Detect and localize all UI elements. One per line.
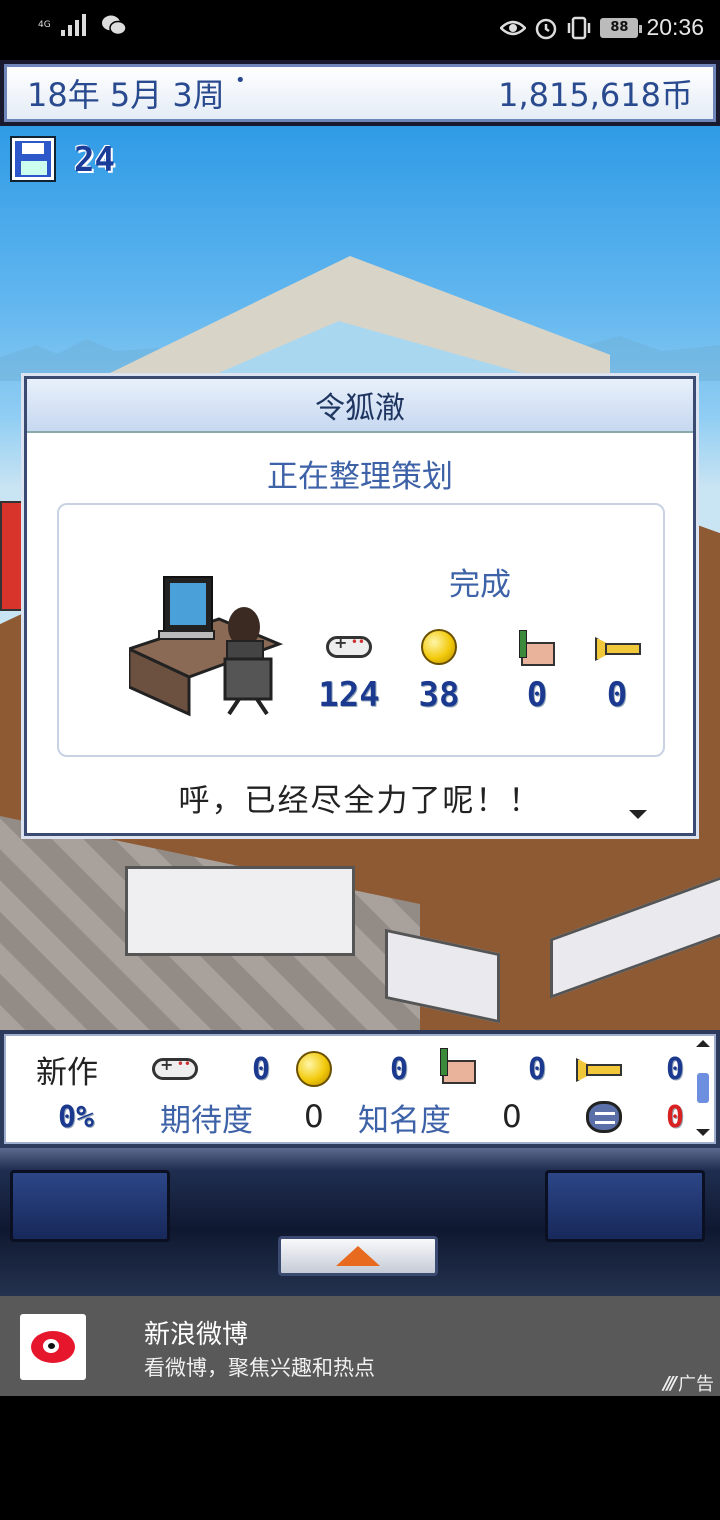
left-menu-button[interactable] — [10, 1170, 170, 1242]
top-info-inner: 18年 5月 3周 • 1,815,618币 — [4, 64, 716, 122]
expectation-value: 0 — [304, 1099, 324, 1135]
ad-title[interactable]: 新浪微博 — [144, 1314, 248, 1351]
clock: 20:36 — [646, 14, 704, 40]
ad-banner[interactable]: 新浪微博 看微博，聚焦兴趣和热点 /// 广告 — [0, 1296, 720, 1396]
trumpet-icon — [576, 1054, 622, 1082]
save-icon[interactable] — [10, 136, 56, 182]
continue-arrow-icon[interactable] — [629, 810, 647, 819]
coin-icon — [296, 1051, 332, 1087]
dialog-message: 呼，已经尽全力了呢！！ — [178, 783, 542, 819]
brush-icon — [517, 630, 557, 666]
money: 1,815,618币 — [498, 76, 693, 114]
status-left: 4G — [38, 14, 127, 36]
stat-trumpet-value: 0 — [606, 675, 628, 715]
stat-coin: 38 — [389, 625, 489, 715]
expectation-label: 期待度 — [160, 1102, 253, 1139]
fame-label: 知名度 — [358, 1102, 451, 1139]
stat-coin-value: 38 — [418, 675, 460, 715]
arrow-up-icon — [336, 1246, 380, 1266]
right-menu-button[interactable] — [545, 1170, 705, 1242]
scroll-down-icon[interactable] — [696, 1129, 710, 1136]
reception-desk — [125, 866, 355, 956]
ad-tag: /// 广告 — [663, 1370, 714, 1396]
fame-value: 0 — [502, 1099, 522, 1135]
trumpet-icon — [595, 633, 641, 661]
status-bar: 4G 88 20:36 — [0, 0, 720, 60]
staff-status: 正在整理策划 — [267, 459, 453, 495]
bug-monster-icon — [586, 1101, 622, 1133]
weibo-logo[interactable] — [20, 1314, 86, 1380]
network-label: 4G — [38, 19, 51, 30]
gamepad-icon — [326, 633, 372, 658]
new-game-label: 新作 — [36, 1054, 98, 1091]
battery-level: 88 — [610, 20, 629, 35]
game-date-text: 18年 5月 3周 — [27, 76, 225, 114]
panel-scrollbar[interactable] — [696, 1040, 710, 1140]
stat-trumpet: 0 — [567, 625, 667, 715]
stat-game-value: 124 — [318, 675, 380, 715]
project-panel: 新作 0 0 0 0 0% 期待度 0 知名度 0 0 — [0, 1030, 720, 1148]
weibo-icon — [31, 1331, 75, 1363]
date-dot: • — [234, 70, 246, 91]
panel-row-stats: 新作 0 0 0 0 — [6, 1044, 696, 1094]
brush-icon — [438, 1048, 478, 1084]
workstation-icon — [129, 576, 284, 717]
vending-machine — [0, 501, 26, 611]
vibrate-icon — [568, 16, 591, 39]
staff-dialog[interactable]: 令狐澈 正在整理策划 完成 124 38 0 0 — [21, 373, 699, 839]
control-bar — [0, 1148, 720, 1296]
bug-count: 0 — [666, 1099, 685, 1135]
result-card: 完成 124 38 0 0 — [57, 503, 665, 757]
save-count: 24 — [74, 140, 115, 180]
ad-tag-label: 广告 — [678, 1374, 714, 1395]
scroll-thumb[interactable] — [697, 1073, 709, 1103]
panel-row-meta: 0% 期待度 0 知名度 0 0 — [6, 1092, 696, 1142]
signal-icon — [60, 14, 86, 36]
top-info-bar: 18年 5月 3周 • 1,815,618币 — [0, 60, 720, 126]
gamepad-icon — [152, 1055, 198, 1080]
project-panel-inner: 新作 0 0 0 0 0% 期待度 0 知名度 0 0 — [4, 1034, 716, 1144]
done-label: 完成 — [449, 567, 511, 603]
expand-menu-button[interactable] — [278, 1236, 438, 1276]
panel-brush-value: 0 — [528, 1051, 547, 1087]
ad-network-icon: /// — [663, 1372, 677, 1394]
scroll-up-icon[interactable] — [696, 1040, 710, 1047]
ad-description[interactable]: 看微博，聚焦兴趣和热点 — [144, 1352, 375, 1382]
stat-game: 124 — [299, 625, 399, 715]
wechat-icon — [101, 15, 127, 36]
alarm-icon — [536, 18, 557, 39]
coin-icon — [421, 629, 457, 665]
progress-percent: 0% — [58, 1099, 95, 1135]
eye-icon — [500, 20, 527, 35]
panel-game-value: 0 — [252, 1051, 271, 1087]
panel-trumpet-value: 0 — [666, 1051, 685, 1087]
staff-name: 令狐澈 — [27, 379, 693, 433]
battery-icon: 88 — [600, 17, 643, 38]
game-date: 18年 5月 3周 • — [27, 70, 246, 116]
status-right: 88 20:36 — [500, 14, 704, 41]
panel-coin-value: 0 — [390, 1051, 409, 1087]
